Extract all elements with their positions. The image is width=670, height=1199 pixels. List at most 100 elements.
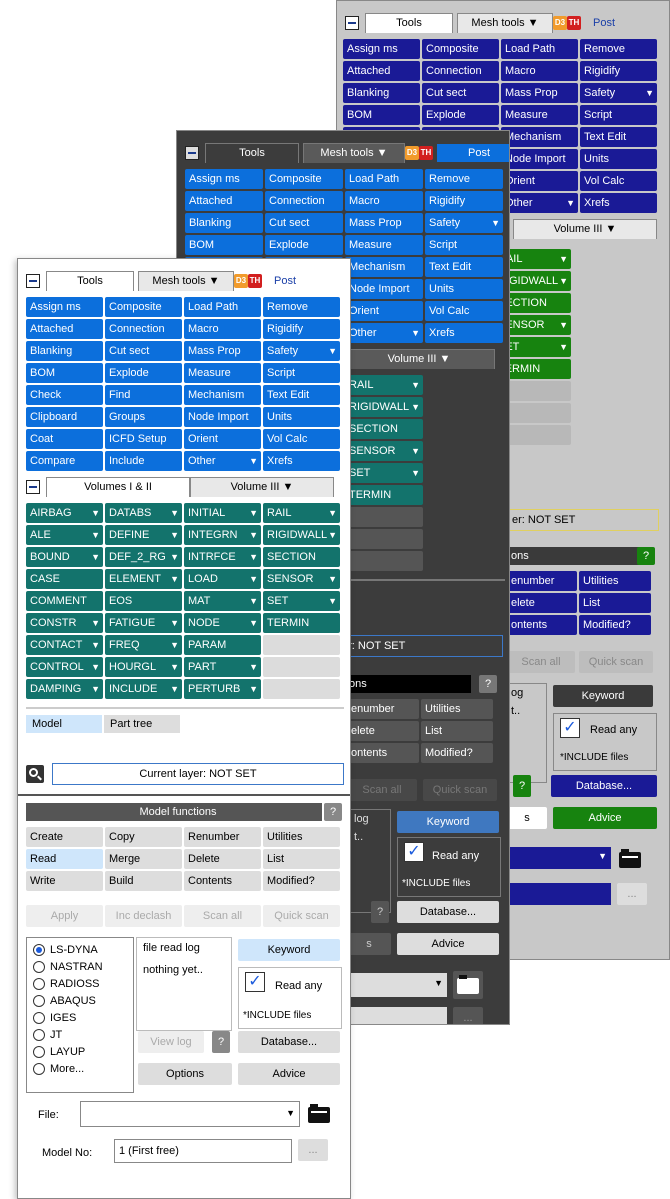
intrfce-button[interactable]: INTRFCE: [184, 547, 261, 567]
advice-button[interactable]: Advice: [397, 933, 499, 955]
airbag-button[interactable]: AIRBAG: [26, 503, 103, 523]
tab-volume-3[interactable]: Volume III ▼: [513, 219, 657, 239]
quick-scan-button[interactable]: Quick scan: [579, 651, 653, 673]
node-import-button[interactable]: Node Import: [345, 279, 423, 299]
node-import-button[interactable]: Node Import: [184, 407, 261, 427]
sensor-button[interactable]: SENSOR: [263, 569, 340, 589]
other-button[interactable]: Other: [501, 193, 578, 213]
include-button[interactable]: INCLUDE: [105, 679, 182, 699]
attached-button[interactable]: Attached: [343, 61, 420, 81]
part-button[interactable]: PART: [184, 657, 261, 677]
part-tree-tab[interactable]: Part tree: [104, 715, 180, 733]
orient-button[interactable]: Orient: [184, 429, 261, 449]
freq-button[interactable]: FREQ: [105, 635, 182, 655]
icfd-setup-button[interactable]: ICFD Setup: [105, 429, 182, 449]
blanking-button[interactable]: Blanking: [343, 83, 420, 103]
case-button[interactable]: CASE: [26, 569, 103, 589]
format-option-jt[interactable]: JT: [33, 1027, 127, 1044]
termin-button[interactable]: TERMIN: [263, 613, 340, 633]
quick-scan-button[interactable]: Quick scan: [263, 905, 340, 927]
blanking-button[interactable]: Blanking: [26, 341, 103, 361]
tab-post[interactable]: Post: [437, 144, 509, 162]
load-path-button[interactable]: Load Path: [184, 297, 261, 317]
renumber-button[interactable]: enumber: [347, 699, 419, 719]
radio-icon[interactable]: [33, 961, 45, 974]
utilities-button[interactable]: Utilities: [579, 571, 651, 591]
node-import-button[interactable]: Node Import: [501, 149, 578, 169]
text-edit-button[interactable]: Text Edit: [425, 257, 503, 277]
format-option-radioss[interactable]: RADIOSS: [33, 976, 127, 993]
keyword-button[interactable]: Keyword: [553, 685, 653, 707]
read-any-checkbox[interactable]: ✓: [560, 718, 580, 738]
model-no-field[interactable]: [347, 1007, 447, 1024]
radio-icon[interactable]: [33, 1046, 45, 1059]
modified-button[interactable]: Modified?: [421, 743, 493, 763]
orient-button[interactable]: Orient: [345, 301, 423, 321]
contact-button[interactable]: CONTACT: [26, 635, 103, 655]
format-option-layup[interactable]: LAYUP: [33, 1044, 127, 1061]
set-button[interactable]: SET: [263, 591, 340, 611]
explode-button[interactable]: Explode: [422, 105, 499, 125]
th-icon[interactable]: TH: [419, 146, 433, 160]
folder-icon[interactable]: [619, 849, 641, 868]
assign-ms-button[interactable]: Assign ms: [343, 39, 420, 59]
remove-button[interactable]: Remove: [580, 39, 657, 59]
cut-sect-button[interactable]: Cut sect: [105, 341, 182, 361]
bom-button[interactable]: BOM: [26, 363, 103, 383]
options-button[interactable]: Options: [138, 1063, 232, 1085]
quick-scan-button[interactable]: Quick scan: [423, 779, 497, 801]
connection-button[interactable]: Connection: [422, 61, 499, 81]
d3-icon[interactable]: D3: [405, 146, 419, 160]
merge-button[interactable]: Merge: [105, 849, 182, 869]
script-button[interactable]: Script: [580, 105, 657, 125]
options-button[interactable]: s: [507, 807, 547, 829]
th-icon[interactable]: TH: [567, 16, 581, 30]
read-any-checkbox[interactable]: ✓: [245, 972, 265, 992]
rail-button[interactable]: RAIL: [263, 503, 340, 523]
mass-prop-button[interactable]: Mass Prop: [501, 83, 578, 103]
tab-tools[interactable]: Tools: [205, 143, 299, 163]
other-button[interactable]: Other: [345, 323, 423, 343]
section-button[interactable]: SECTION: [345, 419, 423, 439]
list-button[interactable]: List: [421, 721, 493, 741]
xrefs-button[interactable]: Xrefs: [263, 451, 340, 471]
safety-button[interactable]: Safety: [263, 341, 340, 361]
scan-all-button[interactable]: Scan all: [347, 779, 417, 801]
tab-volume-3[interactable]: Volume III ▼: [343, 349, 495, 369]
help-button-2[interactable]: ?: [212, 1031, 230, 1053]
radio-icon[interactable]: [33, 944, 45, 957]
collapse-icon[interactable]: [185, 146, 199, 160]
list-button[interactable]: List: [263, 849, 340, 869]
measure-button[interactable]: Measure: [501, 105, 578, 125]
control-button[interactable]: CONTROL: [26, 657, 103, 677]
connection-button[interactable]: Connection: [105, 319, 182, 339]
mass-prop-button[interactable]: Mass Prop: [184, 341, 261, 361]
contents-button[interactable]: ontents: [507, 615, 577, 635]
utilities-button[interactable]: Utilities: [263, 827, 340, 847]
text-edit-button[interactable]: Text Edit: [263, 385, 340, 405]
hourgl-button[interactable]: HOURGL: [105, 657, 182, 677]
comment-button[interactable]: COMMENT: [26, 591, 103, 611]
delete-button[interactable]: elete: [507, 593, 577, 613]
delete-button[interactable]: elete: [347, 721, 419, 741]
tab-tools[interactable]: Tools: [365, 13, 453, 33]
modified-button[interactable]: Modified?: [263, 871, 340, 891]
safety-button[interactable]: Safety: [425, 213, 503, 233]
read-any-checkbox[interactable]: ✓: [404, 842, 424, 862]
help-button[interactable]: ?: [479, 675, 497, 693]
radio-icon[interactable]: [33, 978, 45, 991]
attached-button[interactable]: Attached: [26, 319, 103, 339]
orient-button[interactable]: Orient: [501, 171, 578, 191]
bom-button[interactable]: BOM: [343, 105, 420, 125]
connection-button[interactable]: Connection: [265, 191, 343, 211]
help-button-2[interactable]: ?: [371, 901, 389, 923]
constr-button[interactable]: CONSTR: [26, 613, 103, 633]
advice-button[interactable]: Advice: [238, 1063, 340, 1085]
options-button[interactable]: s: [347, 933, 391, 955]
file-dropdown[interactable]: ▼: [80, 1101, 300, 1127]
help-button-2[interactable]: ?: [513, 775, 531, 797]
ale-button[interactable]: ALE: [26, 525, 103, 545]
keyword-button[interactable]: Keyword: [238, 939, 340, 961]
help-button[interactable]: ?: [324, 803, 342, 821]
tab-tools[interactable]: Tools: [46, 271, 134, 291]
